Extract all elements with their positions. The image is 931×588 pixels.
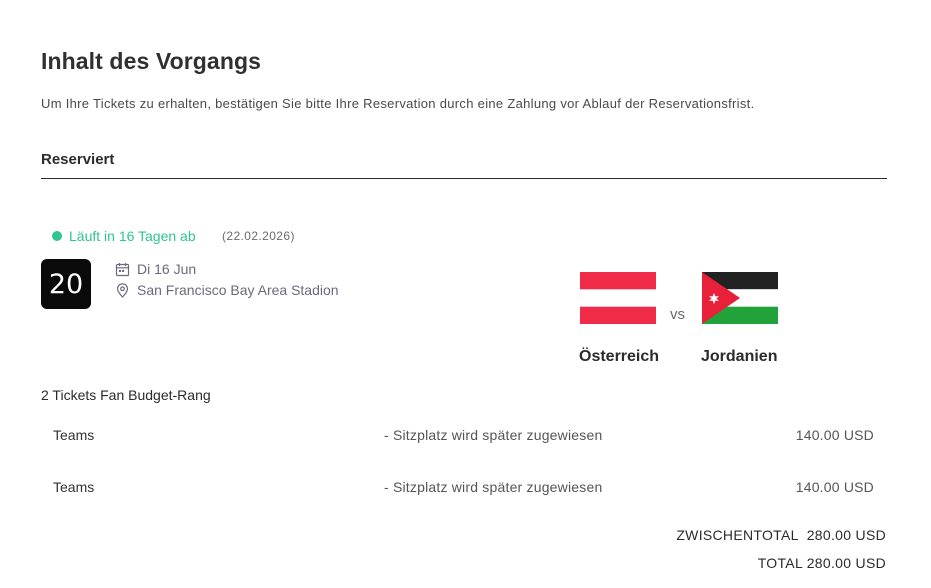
ticket-row-label: Teams [53, 479, 95, 495]
page-description: Um Ihre Tickets zu erhalten, bestätigen … [41, 96, 755, 111]
status-text: Läuft in 16 Tagen ab [69, 228, 196, 244]
status-dot-icon [52, 231, 62, 241]
vs-label: vs [670, 306, 685, 323]
jordan-flag-icon [702, 272, 778, 324]
away-team-name: Jordanien [701, 348, 778, 365]
match-venue: San Francisco Bay Area Stadion [137, 282, 339, 298]
ticket-row-seat: - Sitzplatz wird später zugewiesen [384, 427, 603, 443]
total-label: TOTAL [757, 555, 803, 571]
page-title: Inhalt des Vorgangs [41, 48, 262, 74]
match-number-badge: 20 [41, 259, 91, 309]
match-venue-row: San Francisco Bay Area Stadion [115, 282, 339, 298]
subtotal-line: ZWISCHENTOTAL 280.00 USD [676, 527, 886, 543]
match-date-row: Di 16 Jun [115, 261, 196, 277]
total-value: 280.00 USD [806, 555, 886, 571]
match-date: Di 16 Jun [137, 261, 197, 277]
section-title-reserved: Reserviert [41, 151, 115, 168]
subtotal-value: 280.00 USD [806, 527, 886, 543]
reservation-status: Läuft in 16 Tagen ab [52, 228, 196, 244]
subtotal-label: ZWISCHENTOTAL [676, 527, 799, 543]
home-team-name: Österreich [579, 348, 660, 365]
status-expiry-date: (22.02.2026) [222, 229, 295, 243]
ticket-row-label: Teams [53, 427, 95, 443]
ticket-row-price: 140.00 USD [795, 427, 874, 443]
location-pin-icon [116, 282, 129, 298]
calendar-icon [115, 262, 130, 276]
ticket-category: 2 Tickets Fan Budget-Rang [41, 387, 211, 403]
ticket-row-seat: - Sitzplatz wird später zugewiesen [384, 479, 603, 495]
section-divider [41, 178, 887, 179]
ticket-row-price: 140.00 USD [795, 479, 874, 495]
total-line: TOTAL 280.00 USD [758, 555, 886, 571]
austria-flag-icon [580, 272, 656, 324]
